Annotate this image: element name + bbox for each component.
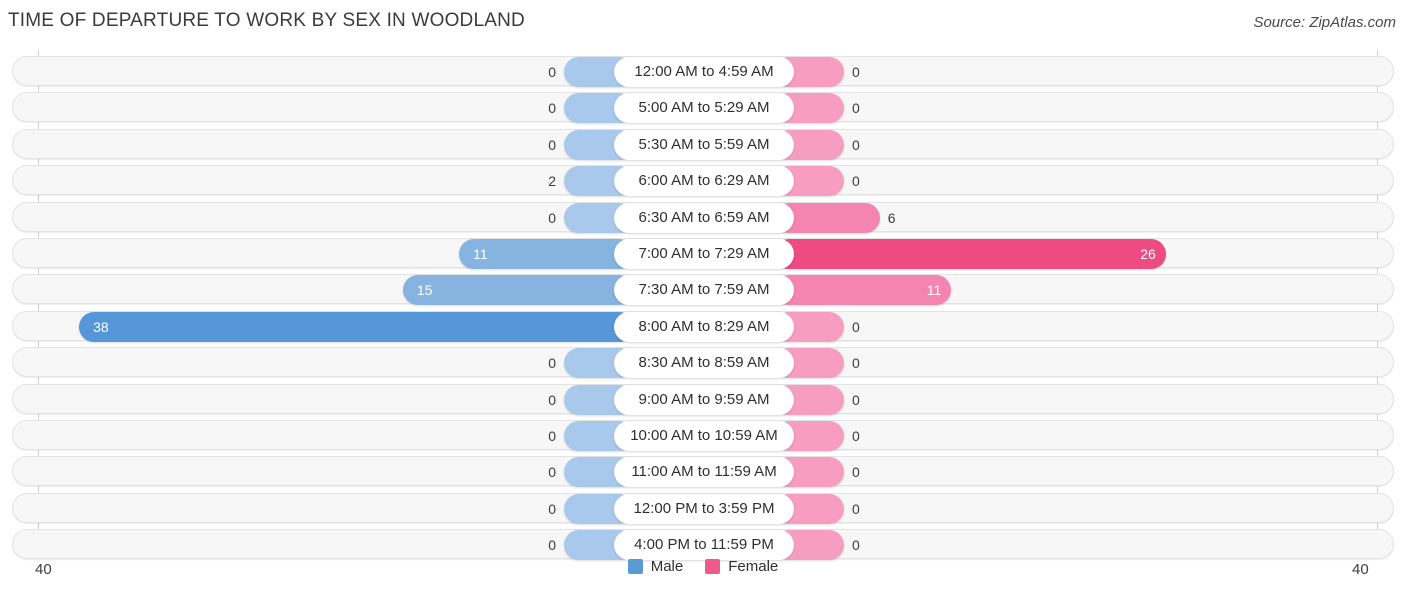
plot-area: 0 0 12:00 AM to 4:59 AM 0 0 5:00 AM to 5:29 A… [0, 50, 1406, 561]
legend-item-female[interactable]: Female [705, 558, 778, 575]
chart-row[interactable]: 0 0 12:00 PM to 3:59 PM [12, 492, 1394, 524]
chart-row[interactable]: 0 0 5:30 AM to 5:59 AM [12, 128, 1394, 160]
value-label-female: 0 [852, 136, 860, 153]
category-label: 8:00 AM to 8:29 AM [614, 311, 794, 342]
category-label: 12:00 PM to 3:59 PM [614, 493, 794, 524]
value-label-female: 0 [852, 100, 860, 117]
category-label: 10:00 AM to 10:59 AM [614, 421, 794, 451]
value-label-female: 0 [852, 318, 860, 335]
legend-swatch-female-icon [705, 559, 721, 574]
chart-row[interactable]: 11 26 7:00 AM to 7:29 AM [12, 238, 1394, 269]
legend-label-male: Male [650, 558, 684, 575]
category-label: 6:00 AM to 6:29 AM [614, 166, 794, 197]
value-label-female: 0 [852, 500, 860, 517]
value-label-female: 26 [1140, 246, 1156, 262]
chart-row[interactable]: 0 0 11:00 AM to 11:59 AM [12, 456, 1394, 488]
value-label-female: 0 [852, 391, 860, 408]
chart-row[interactable]: 0 0 9:00 AM to 9:59 AM [12, 383, 1394, 415]
bar-male[interactable] [79, 311, 634, 342]
value-label-male: 0 [548, 391, 556, 408]
category-label: 7:30 AM to 7:59 AM [614, 275, 794, 306]
value-label-female: 0 [852, 464, 860, 481]
value-label-male: 0 [548, 136, 556, 153]
category-label: 11:00 AM to 11:59 AM [614, 457, 794, 488]
chart-row[interactable]: 38 0 8:00 AM to 8:29 AM [12, 310, 1394, 342]
value-label-male: 11 [473, 246, 488, 262]
category-label: 4:00 PM to 11:59 PM [614, 530, 794, 561]
category-label: 9:00 AM to 9:59 AM [614, 384, 794, 415]
value-label-male: 0 [548, 428, 556, 444]
value-label-male: 0 [548, 500, 556, 517]
value-label-male: 15 [416, 282, 433, 299]
value-label-female: 0 [852, 428, 860, 444]
source-attribution: Source: ZipAtlas.com [1253, 14, 1396, 31]
value-label-male: 38 [93, 318, 109, 335]
value-label-female: 11 [926, 282, 942, 299]
value-label-male: 0 [548, 464, 556, 481]
category-label: 12:00 AM to 4:59 AM [614, 57, 794, 87]
legend-item-male[interactable]: Male [627, 558, 684, 575]
chart-row[interactable]: 0 0 12:00 AM to 4:59 AM [12, 56, 1394, 87]
value-label-female: 6 [887, 209, 896, 226]
page-title: TIME OF DEPARTURE TO WORK BY SEX IN WOOD… [8, 10, 525, 31]
value-label-male: 0 [548, 64, 556, 80]
value-label-male: 2 [548, 173, 556, 190]
value-label-female: 0 [852, 173, 860, 190]
bar-male[interactable] [402, 275, 634, 306]
legend-swatch-male-icon [627, 559, 643, 574]
value-label-female: 0 [852, 537, 860, 554]
chart-row[interactable]: 0 0 10:00 AM to 10:59 AM [12, 420, 1394, 451]
value-label-female: 0 [852, 64, 860, 80]
chart-row[interactable]: 0 0 8:30 AM to 8:59 AM [12, 347, 1394, 379]
category-label: 5:00 AM to 5:29 AM [614, 93, 794, 124]
category-label: 6:30 AM to 6:59 AM [614, 202, 794, 233]
chart-row[interactable]: 0 0 4:00 PM to 11:59 PM [12, 529, 1394, 561]
chart-row[interactable]: 0 6 6:30 AM to 6:59 AM [12, 201, 1394, 233]
category-label: 7:00 AM to 7:29 AM [614, 239, 794, 269]
chart-row[interactable]: 15 11 7:30 AM to 7:59 AM [12, 274, 1394, 306]
value-label-male: 0 [548, 355, 556, 372]
category-label: 8:30 AM to 8:59 AM [614, 348, 794, 379]
chart-root: TIME OF DEPARTURE TO WORK BY SEX IN WOOD… [0, 0, 1406, 595]
legend: Male Female [0, 558, 1406, 575]
chart-row[interactable]: 0 0 5:00 AM to 5:29 AM [12, 92, 1394, 124]
legend-label-female: Female [728, 558, 779, 575]
value-label-male: 0 [548, 537, 556, 554]
chart-row[interactable]: 2 0 6:00 AM to 6:29 AM [12, 165, 1394, 197]
category-label: 5:30 AM to 5:59 AM [614, 129, 794, 160]
value-label-male: 0 [548, 209, 556, 226]
bar-female[interactable] [774, 239, 1166, 269]
value-label-male: 0 [548, 100, 556, 117]
value-label-female: 0 [852, 355, 860, 372]
